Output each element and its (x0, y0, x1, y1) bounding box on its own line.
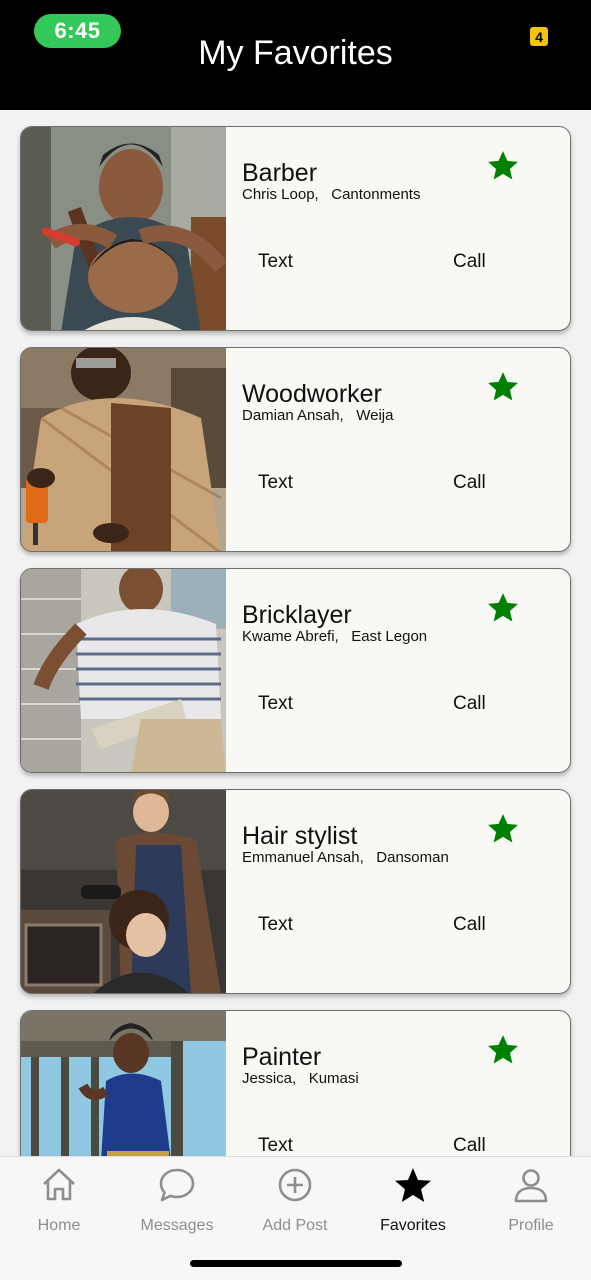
card-title: Painter (242, 1043, 322, 1071)
call-button[interactable]: Call (453, 914, 486, 936)
hair-stylist-photo (21, 790, 226, 993)
tab-label: Profile (508, 1217, 554, 1234)
provider-location: East Legon (351, 628, 428, 645)
provider-name: Kwame Abrefi, (242, 628, 339, 645)
call-button[interactable]: Call (453, 472, 486, 494)
provider-location: Kumasi (308, 1070, 359, 1087)
provider-location: Cantonments (331, 186, 421, 203)
painter-photo (21, 1011, 226, 1156)
bricklayer-photo (21, 569, 226, 772)
woodworker-photo (21, 348, 226, 551)
provider-name: Chris Loop, (242, 186, 319, 203)
favorite-star-icon[interactable] (485, 1033, 521, 1067)
tab-label: Add Post (262, 1217, 328, 1234)
card-title: Barber (242, 159, 318, 187)
tab-label: Home (37, 1217, 81, 1234)
favorite-card-painter[interactable]: Painter Jessica, Kumasi Text Call (20, 1010, 571, 1156)
text-button[interactable]: Text (258, 914, 293, 936)
favorite-card-hair-stylist[interactable]: Hair stylist Emmanuel Ansah, Dansoman Te… (20, 789, 571, 994)
plus-circle-icon (278, 1168, 312, 1202)
card-title: Hair stylist (242, 822, 358, 850)
favorite-star-icon[interactable] (485, 370, 521, 404)
provider-location: Weija (356, 407, 394, 424)
tab-profile[interactable]: Profile (472, 1165, 590, 1245)
user-icon (514, 1169, 548, 1203)
tab-messages[interactable]: Messages (118, 1165, 236, 1245)
card-title: Woodworker (242, 380, 382, 408)
tab-label: Messages (140, 1217, 214, 1234)
card-subtitle: Emmanuel Ansah, Dansoman (242, 849, 449, 866)
call-button[interactable]: Call (453, 693, 486, 715)
card-title: Bricklayer (242, 601, 352, 629)
call-button[interactable]: Call (453, 251, 486, 273)
card-subtitle: Chris Loop, Cantonments (242, 186, 420, 203)
home-icon (43, 1168, 75, 1201)
star-icon (395, 1168, 431, 1202)
text-button[interactable]: Text (258, 693, 293, 715)
card-subtitle: Jessica, Kumasi (242, 1070, 359, 1087)
provider-name: Damian Ansah, (242, 407, 344, 424)
favorite-star-icon[interactable] (485, 812, 521, 846)
text-button[interactable]: Text (258, 251, 293, 273)
page-title: My Favorites (198, 34, 393, 72)
tab-add-post[interactable]: Add Post (236, 1165, 354, 1245)
app-header: 6:45 My Favorites 4 (0, 0, 591, 110)
tab-label: Favorites (380, 1217, 446, 1234)
favorite-star-icon[interactable] (485, 149, 521, 183)
card-subtitle: Kwame Abrefi, East Legon (242, 628, 427, 645)
call-button[interactable]: Call (453, 1135, 486, 1156)
chat-bubble-icon (159, 1168, 195, 1202)
favorite-card-woodworker[interactable]: Woodworker Damian Ansah, Weija Text Call (20, 347, 571, 552)
text-button[interactable]: Text (258, 1135, 293, 1156)
tab-home[interactable]: Home (0, 1165, 118, 1245)
favorites-list[interactable]: Barber Chris Loop, Cantonments Text Call (0, 110, 591, 1156)
favorite-card-bricklayer[interactable]: Bricklayer Kwame Abrefi, East Legon Text… (20, 568, 571, 773)
tab-favorites[interactable]: Favorites (354, 1165, 472, 1245)
provider-location: Dansoman (376, 849, 449, 866)
card-subtitle: Damian Ansah, Weija (242, 407, 394, 424)
favorite-star-icon[interactable] (485, 591, 521, 625)
home-indicator (190, 1260, 402, 1267)
barber-photo (21, 127, 226, 330)
text-button[interactable]: Text (258, 472, 293, 494)
notification-badge: 4 (530, 27, 548, 46)
favorite-card-barber[interactable]: Barber Chris Loop, Cantonments Text Call (20, 126, 571, 331)
provider-name: Jessica, (242, 1070, 297, 1087)
provider-name: Emmanuel Ansah, (242, 849, 364, 866)
